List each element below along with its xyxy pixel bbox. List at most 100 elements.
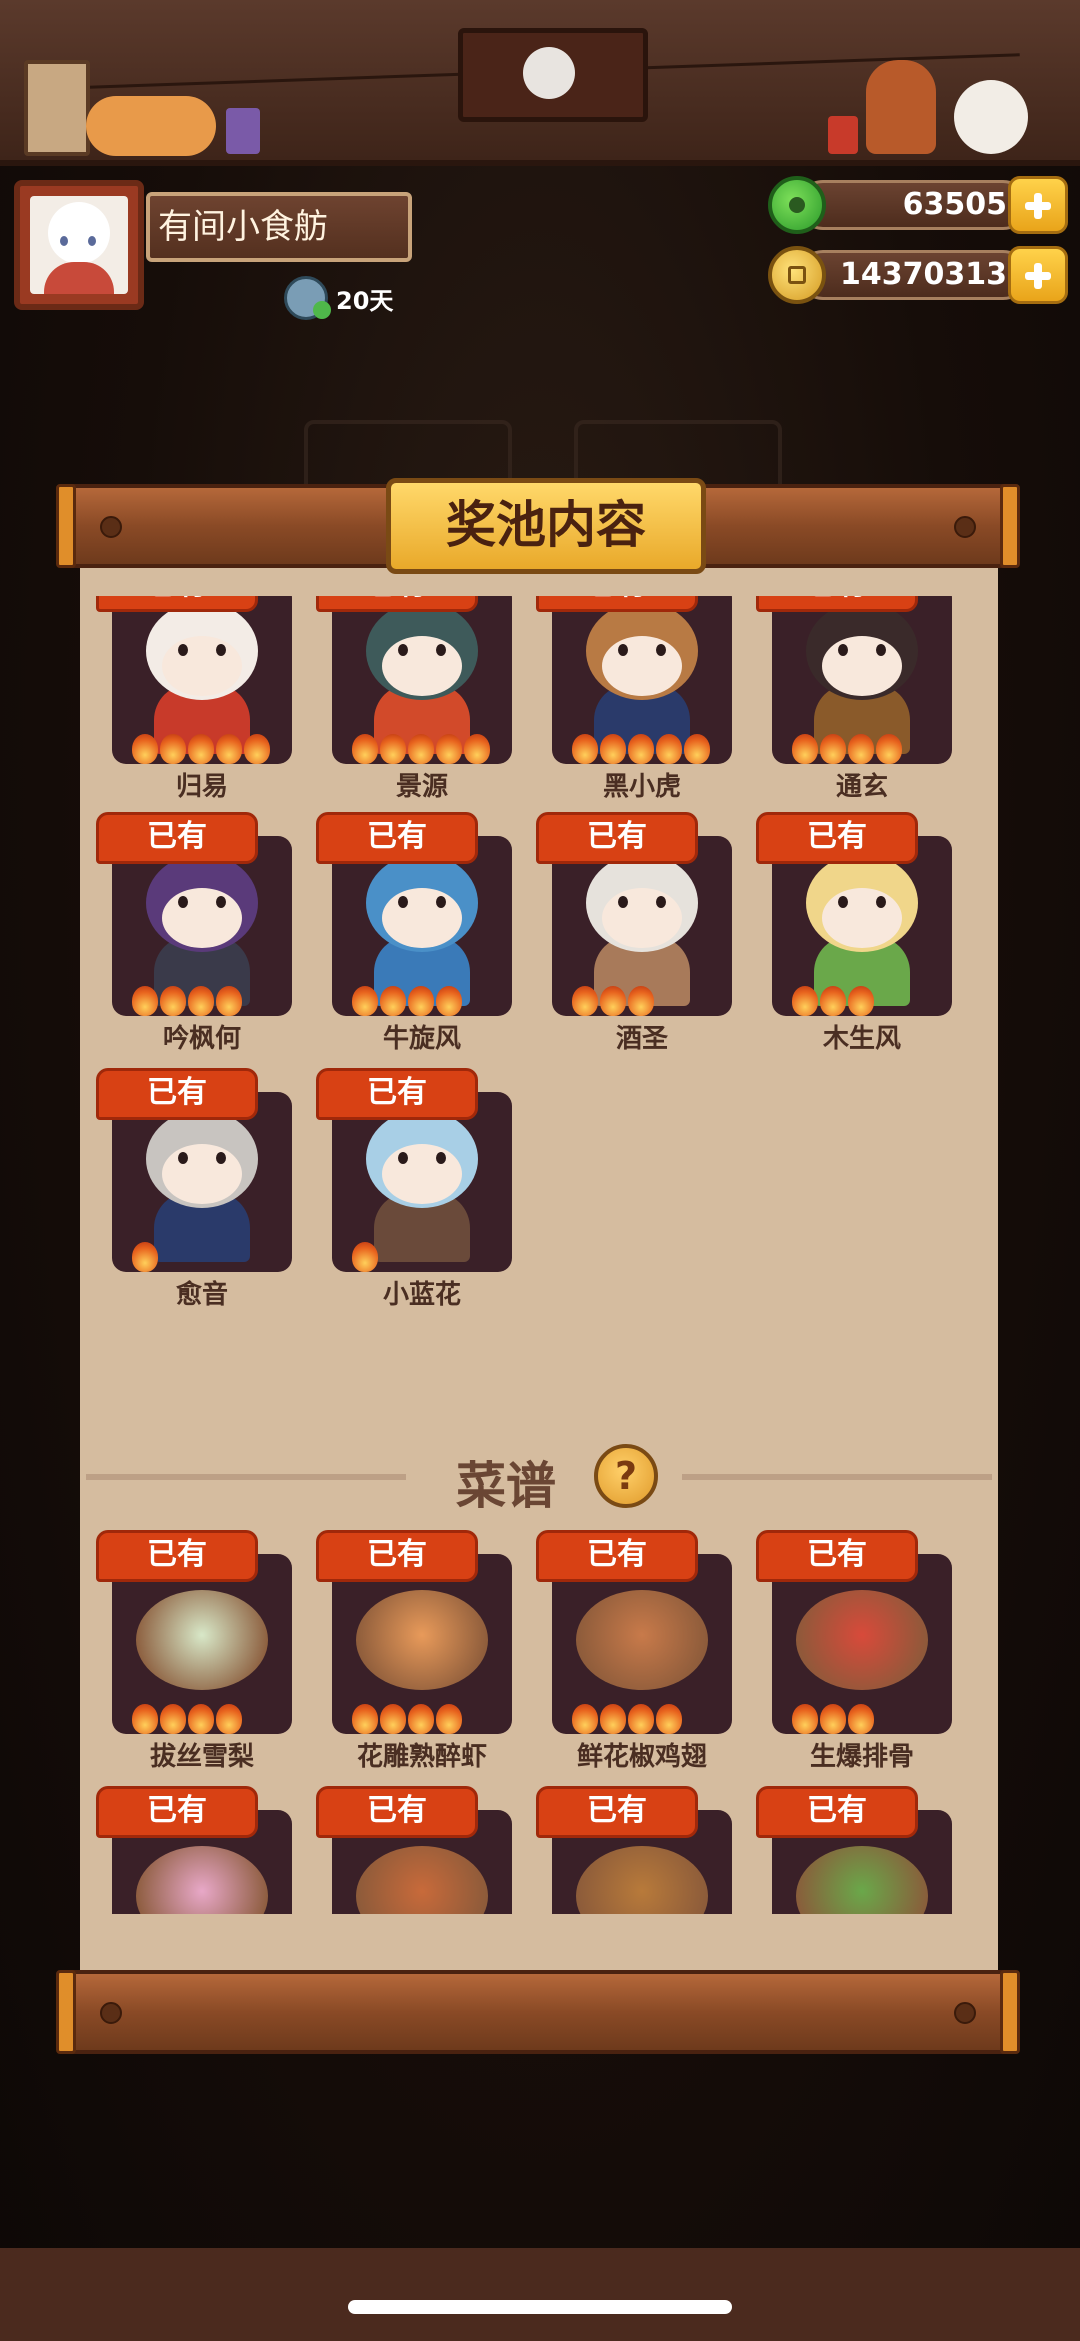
flame-icon	[572, 734, 598, 764]
recipe-name: 生爆排骨	[809, 1742, 914, 1772]
flame-icon	[572, 1704, 598, 1734]
jade-amount: 63505	[798, 180, 1028, 230]
flame-icon	[820, 734, 846, 764]
flame-icon	[600, 1704, 626, 1734]
recipes-section-title: 菜谱	[456, 1457, 556, 1515]
flame-icon	[820, 986, 846, 1016]
coin-icon	[768, 246, 826, 304]
character-name: 吟枫何	[162, 1024, 241, 1054]
recipes-section-header: 菜谱 ?	[86, 1436, 992, 1516]
coin-amount: 14370313	[798, 250, 1028, 300]
flame-icon	[132, 986, 158, 1016]
panel-title: 奖池内容	[386, 478, 706, 574]
character-portrait	[332, 596, 512, 764]
owned-badge: 已有	[96, 596, 258, 612]
owned-badge: 已有	[756, 1786, 918, 1838]
flame-icon	[216, 1704, 242, 1734]
character-portrait	[552, 596, 732, 764]
girl-figure-icon	[866, 60, 936, 154]
flame-icon	[600, 734, 626, 764]
flame-icon	[684, 734, 710, 764]
flame-icon	[188, 986, 214, 1016]
owned-badge: 已有	[96, 812, 258, 864]
recipe-name: 鲜花椒鸡翅	[576, 1742, 707, 1772]
flame-icon	[352, 986, 378, 1016]
add-coins-button[interactable]	[1008, 246, 1068, 304]
rarity-flames	[132, 1704, 242, 1734]
flame-icon	[436, 986, 462, 1016]
owned-badge: 已有	[756, 1530, 918, 1582]
flame-icon	[216, 734, 242, 764]
flame-icon	[792, 986, 818, 1016]
owned-badge: 已有	[536, 812, 698, 864]
owned-badge: 已有	[756, 812, 918, 864]
rarity-flames	[132, 734, 270, 764]
avatar-portrait	[30, 196, 128, 294]
flame-icon	[380, 734, 406, 764]
flame-icon	[188, 1704, 214, 1734]
flame-icon	[132, 1242, 158, 1272]
prize-pool-list[interactable]: 已有归易已有景源已有黑小虎已有通玄已有吟枫何已有牛旋风已有酒圣已有木生风已有愈音…	[80, 596, 998, 1914]
recipe-name: 花雕熟醉虾	[356, 1742, 487, 1772]
rarity-flames	[792, 1704, 874, 1734]
flame-icon	[352, 1704, 378, 1734]
flame-icon	[160, 986, 186, 1016]
flame-icon	[464, 734, 490, 764]
owned-badge: 已有	[96, 1786, 258, 1838]
flame-icon	[656, 734, 682, 764]
panda-picture-frame-icon	[458, 28, 648, 122]
character-portrait	[112, 596, 292, 764]
rarity-flames	[132, 986, 242, 1016]
flame-icon	[876, 734, 902, 764]
rarity-flames	[572, 734, 710, 764]
shop-name-plate[interactable]: 有间小食舫	[146, 192, 412, 262]
flame-icon	[792, 734, 818, 764]
character-name: 小蓝花	[382, 1280, 461, 1310]
flame-icon	[656, 1704, 682, 1734]
flame-icon	[132, 734, 158, 764]
flame-icon	[436, 1704, 462, 1734]
white-cat-icon	[954, 80, 1028, 154]
owned-badge: 已有	[316, 596, 478, 612]
coin-currency: 14370313	[768, 246, 1068, 304]
home-indicator[interactable]	[348, 2300, 732, 2314]
flame-icon	[352, 734, 378, 764]
rarity-flames	[352, 986, 462, 1016]
red-cup-icon	[828, 116, 858, 154]
rarity-flames	[352, 1242, 378, 1272]
flame-icon	[572, 986, 598, 1016]
flame-icon	[408, 986, 434, 1016]
recipe-name: 拔丝雪梨	[149, 1742, 254, 1772]
add-jade-button[interactable]	[1008, 176, 1068, 234]
bottom-bar	[0, 2248, 1080, 2341]
flame-icon	[436, 734, 462, 764]
flame-icon	[244, 734, 270, 764]
flame-icon	[820, 1704, 846, 1734]
flame-icon	[160, 1704, 186, 1734]
character-portrait	[772, 596, 952, 764]
days-counter: 20天	[284, 276, 393, 320]
top-decor-bar	[0, 0, 1080, 166]
player-avatar[interactable]	[14, 180, 144, 310]
jade-currency: 63505	[768, 176, 1068, 234]
flame-icon	[848, 986, 874, 1016]
owned-badge: 已有	[536, 1530, 698, 1582]
rarity-flames	[572, 986, 654, 1016]
help-question-button[interactable]: ?	[594, 1444, 658, 1508]
owned-badge: 已有	[536, 596, 698, 612]
scroll-bottom-roller	[56, 1970, 1020, 2054]
owned-badge: 已有	[316, 1068, 478, 1120]
flame-icon	[628, 986, 654, 1016]
tabby-cat-icon	[86, 96, 216, 156]
flame-icon	[628, 734, 654, 764]
character-name: 木生风	[822, 1024, 901, 1054]
owned-badge: 已有	[96, 1530, 258, 1582]
character-name: 景源	[395, 772, 448, 802]
flame-icon	[628, 1704, 654, 1734]
days-value: 20天	[336, 286, 394, 315]
rarity-flames	[572, 1704, 682, 1734]
owned-badge: 已有	[316, 1786, 478, 1838]
flame-icon	[132, 1704, 158, 1734]
character-name: 愈音	[175, 1280, 228, 1310]
hanging-sign-icon	[24, 60, 90, 156]
